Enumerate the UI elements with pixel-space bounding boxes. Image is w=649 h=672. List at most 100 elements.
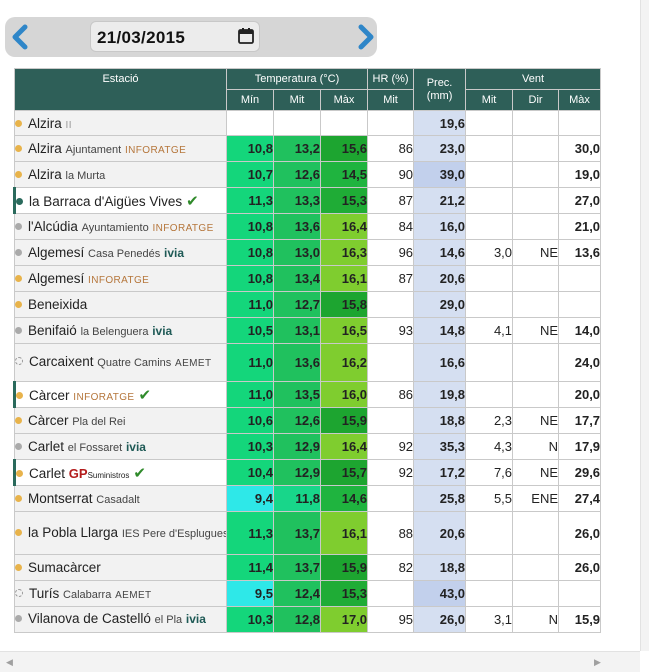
verified-check-icon: ✔	[186, 192, 199, 210]
scroll-left-arrow-icon[interactable]: ◀	[6, 657, 13, 668]
station-name[interactable]: Alzira	[28, 116, 62, 131]
station-type-dot-icon	[15, 417, 22, 424]
station-name[interactable]: Beneixida	[28, 297, 87, 312]
station-name[interactable]: Càrcer	[28, 413, 69, 428]
table-row[interactable]: Carlet GPSuministros ✔ 10,4 12,9 15,7 92 17,2 7…	[13, 459, 602, 486]
header-temp-max[interactable]: Màx	[319, 89, 369, 111]
station-cell[interactable]: Turís Calabarra AEMET	[14, 580, 227, 607]
temp-max-cell: 16,1	[319, 511, 369, 555]
station-cell[interactable]: la Barraca d'Aigües Vives ✔	[13, 187, 227, 214]
station-type-dot-icon	[17, 391, 23, 399]
wind-avg-cell	[465, 554, 514, 581]
station-name[interactable]: Montserrat	[28, 491, 93, 506]
station-cell[interactable]: Carcaixent Quatre Camins AEMET	[14, 343, 227, 382]
table-row[interactable]: Càrcer INFORATGE ✔ 11,0 13,5 16,0 86 19,8 20,0	[13, 381, 602, 408]
station-name[interactable]: Turís	[29, 586, 59, 601]
station-cell[interactable]: Benifaió la Belenguera ivia	[14, 317, 227, 344]
previous-day-arrow-icon[interactable]	[9, 24, 31, 50]
wind-dir-cell: NE	[512, 317, 560, 344]
header-temp-min[interactable]: Mín	[226, 89, 274, 111]
calendar-icon[interactable]	[237, 27, 255, 45]
table-row[interactable]: Alzira Ajuntament INFORATGE 10,8 13,2 15,6 8…	[14, 135, 602, 162]
table-row[interactable]: Algemesí INFORATGE 10,8 13,4 16,1 87 20,6	[14, 265, 602, 292]
station-name[interactable]: Benifaió	[28, 323, 77, 338]
humidity-cell: 86	[367, 381, 415, 408]
header-wind-max[interactable]: Màx	[558, 89, 602, 111]
table-row[interactable]: Carcaixent Quatre Camins AEMET 11,0 13,6 16…	[14, 343, 602, 382]
vertical-scrollbar[interactable]	[640, 0, 649, 651]
table-row[interactable]: l'Alcúdia Ayuntamiento INFORATGE 10,8 13,6…	[14, 213, 602, 240]
station-source-label: INFORATGE	[88, 275, 150, 286]
station-name[interactable]: Alzira	[28, 141, 62, 156]
station-cell[interactable]: Càrcer INFORATGE ✔	[13, 381, 227, 408]
station-name[interactable]: Algemesí	[28, 245, 84, 260]
scroll-right-arrow-icon[interactable]: ▶	[594, 657, 601, 668]
wind-max-cell: 17,7	[558, 407, 602, 434]
table-row[interactable]: la Barraca d'Aigües Vives ✔ 11,3 13,3 15,3 87…	[13, 187, 602, 214]
header-hr-avg[interactable]: Mit	[367, 89, 415, 111]
table-row[interactable]: Vilanova de Castelló el Pla ivia 10,3 12,8…	[14, 606, 602, 633]
table-row[interactable]: Càrcer Pla del Rei 10,6 12,6 15,9 18,8 2,3 NE 1…	[14, 407, 602, 434]
table-row[interactable]: Alzira II 19,6	[14, 110, 602, 136]
station-name[interactable]: la Barraca d'Aigües Vives	[29, 194, 182, 209]
temp-avg-cell: 13,3	[273, 187, 321, 214]
header-station[interactable]: Estació	[14, 68, 227, 111]
temp-min-cell	[226, 110, 274, 136]
station-name[interactable]: Carlet	[28, 439, 64, 454]
station-cell[interactable]: la Pobla Llarga IES Pere d'Esplugues	[14, 511, 227, 555]
header-wind-dir[interactable]: Dir	[512, 89, 560, 111]
station-cell[interactable]: Algemesí Casa Penedés ivia	[14, 239, 227, 266]
precipitation-cell: 19,8	[413, 381, 467, 408]
date-input[interactable]: 21/03/2015	[90, 21, 260, 52]
temp-max-cell: 14,5	[319, 161, 369, 188]
station-cell[interactable]: Carlet GPSuministros ✔	[13, 459, 227, 486]
station-name[interactable]: l'Alcúdia	[28, 219, 78, 234]
table-row[interactable]: la Pobla Llarga IES Pere d'Esplugues 11,3…	[14, 511, 602, 555]
station-location: Pla del Rei	[72, 416, 126, 428]
table-row[interactable]: Algemesí Casa Penedés ivia 10,8 13,0 16,3 96…	[14, 239, 602, 266]
temp-avg-cell: 12,4	[273, 580, 321, 607]
table-row[interactable]: Turís Calabarra AEMET 9,5 12,4 15,3 43,0	[14, 580, 602, 607]
station-cell[interactable]: Alzira Ajuntament INFORATGE	[14, 135, 227, 162]
station-cell[interactable]: Sumacàrcer	[14, 554, 227, 581]
table-row[interactable]: Carlet el Fossaret ivia 10,3 12,9 16,4 92 35,…	[14, 433, 602, 460]
station-name[interactable]: Alzira	[28, 167, 62, 182]
precipitation-cell: 20,6	[413, 265, 467, 292]
station-name[interactable]: Sumacàrcer	[28, 560, 101, 575]
station-cell[interactable]: Càrcer Pla del Rei	[14, 407, 227, 434]
temp-avg-cell: 12,8	[273, 606, 321, 633]
date-value[interactable]: 21/03/2015	[97, 28, 185, 48]
wind-avg-cell	[465, 187, 514, 214]
station-location: IES Pere d'Esplugues	[121, 527, 227, 540]
table-row[interactable]: Sumacàrcer 11,4 13,7 15,9 82 18,8 26,0	[14, 554, 602, 581]
table-row[interactable]: Beneixida 11,0 12,7 15,8 29,0	[14, 291, 602, 318]
station-name[interactable]: Vilanova de Castelló	[28, 611, 151, 626]
station-cell[interactable]: Carlet el Fossaret ivia	[14, 433, 227, 460]
table-row[interactable]: Benifaió la Belenguera ivia 10,5 13,1 16,5 9…	[14, 317, 602, 344]
wind-dir-cell	[512, 110, 560, 136]
header-wind-avg[interactable]: Mit	[465, 89, 514, 111]
station-name[interactable]: la Pobla Llarga	[28, 525, 118, 540]
station-cell[interactable]: Montserrat Casadalt	[14, 485, 227, 512]
station-name[interactable]: Càrcer	[29, 388, 70, 403]
station-name[interactable]: Algemesí	[28, 271, 84, 286]
precipitation-cell: 39,0	[413, 161, 467, 188]
table-row[interactable]: Alzira la Murta 10,7 12,6 14,5 90 39,0 19,0	[14, 161, 602, 188]
next-day-arrow-icon[interactable]	[355, 24, 377, 50]
temp-min-cell: 11,3	[226, 511, 274, 555]
temp-max-cell	[319, 110, 369, 136]
table-row[interactable]: Montserrat Casadalt 9,4 11,8 14,6 25,8 5,5 ENE…	[14, 485, 602, 512]
station-cell[interactable]: Alzira la Murta	[14, 161, 227, 188]
station-cell[interactable]: Vilanova de Castelló el Pla ivia	[14, 606, 227, 633]
station-cell[interactable]: Beneixida	[14, 291, 227, 318]
horizontal-scrollbar[interactable]: ◀ ▶	[0, 651, 640, 672]
temp-avg-cell: 13,6	[273, 343, 321, 382]
station-cell[interactable]: Alzira II	[14, 110, 227, 136]
header-temp-avg[interactable]: Mit	[273, 89, 321, 111]
stations-table-body: Alzira II 19,6 Alzira Ajuntament INFORATGE…	[13, 110, 602, 633]
station-cell[interactable]: l'Alcúdia Ayuntamiento INFORATGE	[14, 213, 227, 240]
temp-max-cell: 17,0	[319, 606, 369, 633]
station-cell[interactable]: Algemesí INFORATGE	[14, 265, 227, 292]
station-name[interactable]: Carlet	[29, 466, 65, 481]
station-name[interactable]: Carcaixent	[29, 354, 94, 369]
